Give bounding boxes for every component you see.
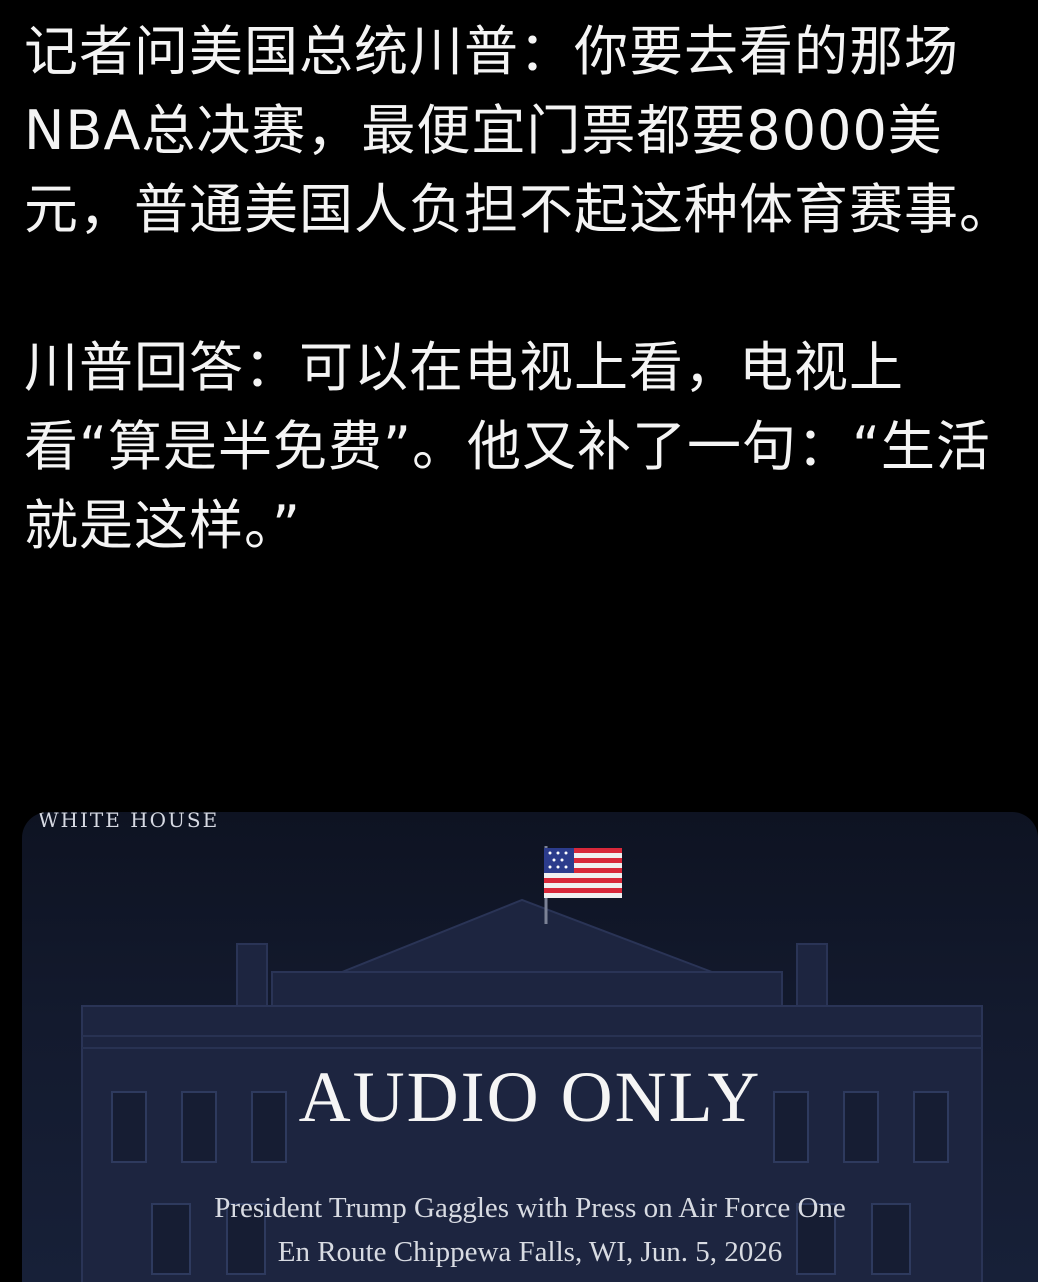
video-caption-line-2: En Route Chippewa Falls, WI, Jun. 5, 202… xyxy=(277,1236,783,1268)
white-house-logo: WHITE HOUSE xyxy=(38,812,220,832)
post: 记者问美国总统川普：你要去看的那场NBA总决赛，最便宜门票都要8000美元，普通… xyxy=(0,0,1038,1282)
post-body: 记者问美国总统川普：你要去看的那场NBA总决赛，最便宜门票都要8000美元，普通… xyxy=(24,12,1020,565)
video-caption-line-1: President Trump Gaggles with Press on Ai… xyxy=(214,1192,846,1224)
video-thumbnail[interactable]: WHITE HOUSE AUDIO ONLY President Trump G… xyxy=(22,812,1038,1282)
american-flag-icon xyxy=(544,848,622,898)
audio-only-title: AUDIO ONLY xyxy=(298,1057,762,1137)
post-paragraph-answer: 川普回答：可以在电视上看，电视上看“算是半免费”。他又补了一句：“生活就是这样。… xyxy=(24,336,991,557)
post-paragraph-question: 记者问美国总统川普：你要去看的那场NBA总决赛，最便宜门票都要8000美元，普通… xyxy=(24,20,1014,241)
